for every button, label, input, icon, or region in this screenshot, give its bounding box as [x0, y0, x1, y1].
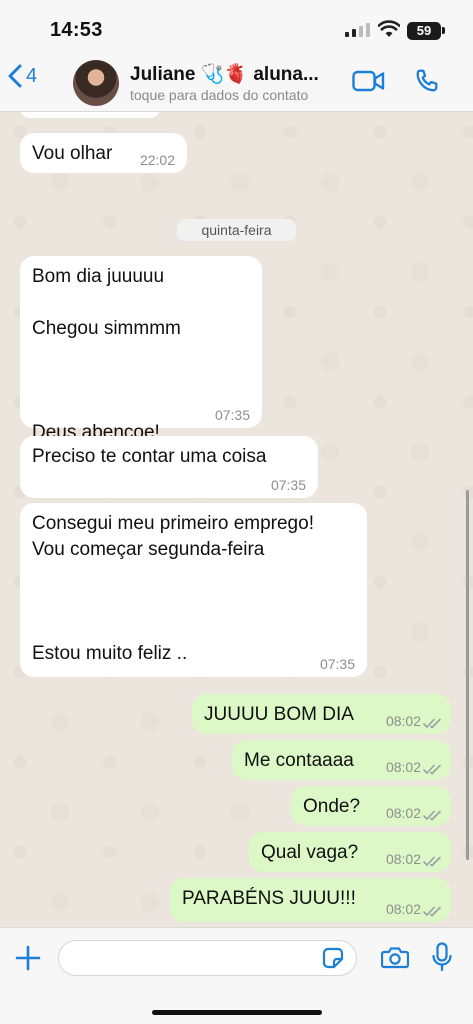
- sticker-icon[interactable]: [322, 947, 344, 969]
- message-out[interactable]: JUUUU BOM DIA 08:02: [192, 694, 451, 734]
- message-text: Me contaaaa: [244, 750, 354, 771]
- message-in[interactable]: Consegui meu primeiro emprego! Vou começ…: [20, 503, 367, 677]
- camera-icon[interactable]: [381, 946, 409, 969]
- status-bar: 14:53 59: [0, 0, 473, 54]
- message-out[interactable]: Me contaaaa 08:02: [232, 740, 451, 780]
- message-time: 22:02: [139, 152, 175, 168]
- contact-subtitle[interactable]: toque para dados do contato: [130, 87, 308, 103]
- message-time: 08:02: [385, 851, 421, 867]
- message-time: 08:02: [385, 713, 421, 729]
- double-check-icon: [423, 718, 441, 729]
- message-text: Vou olhar: [32, 143, 113, 164]
- message-time: 08:02: [385, 759, 421, 775]
- battery-icon: 59: [407, 22, 441, 40]
- message-text: PARABÉNS JUUU!!!: [182, 888, 356, 909]
- date-separator: quinta-feira: [177, 219, 296, 241]
- message-text: Consegui meu primeiro emprego! Vou começ…: [32, 513, 314, 664]
- chat-area[interactable]: Vou olhar 22:02 quinta-feira Bom dia juu…: [0, 112, 473, 927]
- video-camera-icon[interactable]: [352, 70, 385, 92]
- back-button[interactable]: 4: [8, 64, 37, 88]
- scrollbar[interactable]: [466, 490, 469, 860]
- chevron-left-icon: [8, 64, 22, 88]
- message-time: 07:35: [270, 477, 306, 493]
- signal-icon: [345, 23, 371, 37]
- home-indicator: [152, 1010, 322, 1015]
- message-out[interactable]: Qual vaga? 08:02: [249, 832, 451, 872]
- phone-icon[interactable]: [414, 68, 440, 94]
- double-check-icon: [423, 764, 441, 775]
- microphone-icon[interactable]: [432, 942, 452, 972]
- double-check-icon: [423, 856, 441, 867]
- message-text: Preciso te contar uma coisa: [32, 446, 267, 467]
- message-out[interactable]: Onde? 08:02: [291, 786, 451, 826]
- battery-cap: [442, 27, 445, 34]
- message-in[interactable]: Bom dia juuuuu Chegou simmmm Deus abenço…: [20, 256, 262, 443]
- double-check-icon: [423, 810, 441, 821]
- chat-header[interactable]: 4 Juliane 🩺🫀 aluna... toque para dados d…: [0, 54, 473, 112]
- message-time: 07:35: [214, 407, 250, 423]
- status-time: 14:53: [50, 19, 103, 41]
- message-time: 07:35: [319, 656, 355, 672]
- message-in[interactable]: Vou olhar 22:02: [20, 133, 187, 173]
- message-time: 08:02: [385, 901, 421, 917]
- message-out[interactable]: PARABÉNS JUUU!!! 08:02: [170, 878, 451, 922]
- message-time: 08:02: [385, 805, 421, 821]
- plus-icon[interactable]: [15, 945, 41, 971]
- input-bar: [0, 927, 473, 1024]
- double-check-icon: [423, 906, 441, 917]
- message-text: Onde?: [303, 796, 361, 817]
- message-in[interactable]: Preciso te contar uma coisa 07:35: [20, 436, 318, 498]
- message-in[interactable]: [20, 112, 160, 118]
- unread-count: 4: [26, 64, 38, 87]
- message-text: Bom dia juuuuu Chegou simmmm Deus abenço…: [32, 266, 181, 443]
- wifi-icon: [378, 20, 400, 37]
- message-input[interactable]: [58, 940, 357, 976]
- message-text: JUUUU BOM DIA: [204, 704, 354, 725]
- avatar[interactable]: [73, 60, 119, 106]
- message-text: Qual vaga?: [261, 842, 359, 863]
- contact-name[interactable]: Juliane 🩺🫀 aluna...: [130, 62, 319, 86]
